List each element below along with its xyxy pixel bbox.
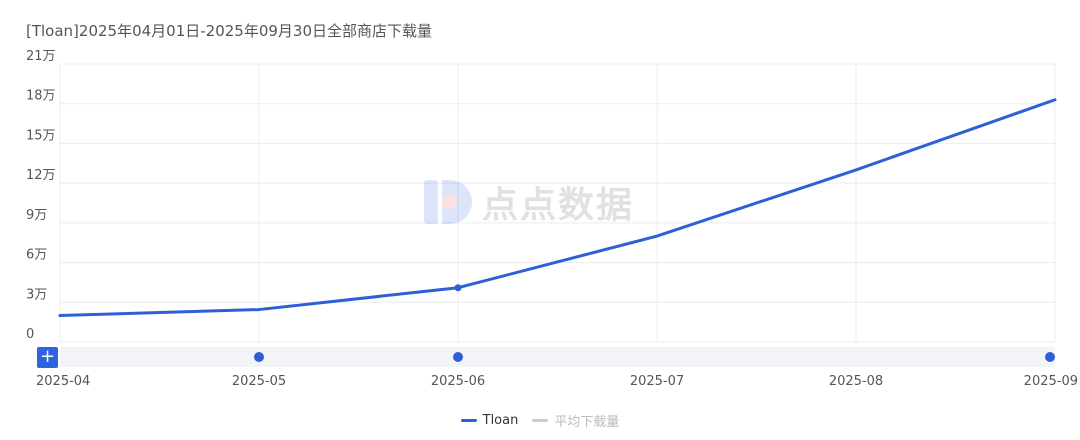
legend-label-tloan: Tloan (482, 413, 519, 428)
x-tick-label: 2025-05 (232, 374, 286, 389)
event-marker[interactable] (1045, 352, 1055, 362)
event-marker[interactable] (453, 352, 463, 362)
event-strip (60, 347, 1055, 367)
legend-label-average: 平均下载量 (554, 415, 620, 430)
series-layer (58, 98, 1057, 318)
y-tick-label: 6万 (26, 248, 47, 263)
x-tick-label: 2025-06 (431, 374, 485, 389)
data-point[interactable] (454, 284, 462, 292)
y-tick-label: 21万 (26, 49, 56, 64)
series-line (58, 98, 1057, 318)
y-axis: 0 3万 6万 9万 12万 15万 18万 21万 (26, 49, 56, 342)
legend-item-tloan[interactable]: Tloan (460, 413, 519, 428)
y-tick-label: 9万 (26, 208, 47, 223)
legend-swatch-tloan (460, 419, 477, 422)
x-tick-label: 2025-09 (1024, 374, 1078, 389)
x-axis: 2025-04 2025-05 2025-06 2025-07 2025-08 2025-… (36, 374, 1078, 389)
y-tick-label: 3万 (26, 287, 47, 302)
event-marker[interactable] (254, 352, 264, 362)
line-chart: 03万6万9万12万15万18万21万 2025-04 2025-05 2025-0… (26, 49, 1078, 389)
grid-layer (59, 63, 1056, 343)
y-tick-label: 15万 (26, 128, 56, 143)
y-tick-label: 0 (26, 327, 34, 342)
x-tick-label: 2025-04 (36, 374, 90, 389)
legend: Tloan 平均下载量 (0, 411, 1080, 430)
x-tick-label: 2025-08 (829, 374, 883, 389)
x-tick-label: 2025-07 (630, 374, 684, 389)
add-event-button[interactable]: + (37, 347, 58, 368)
y-tick-label: 12万 (26, 168, 56, 183)
y-tick-label: 18万 (26, 89, 56, 104)
legend-item-average[interactable]: 平均下载量 (532, 411, 619, 430)
legend-swatch-average (532, 419, 549, 422)
